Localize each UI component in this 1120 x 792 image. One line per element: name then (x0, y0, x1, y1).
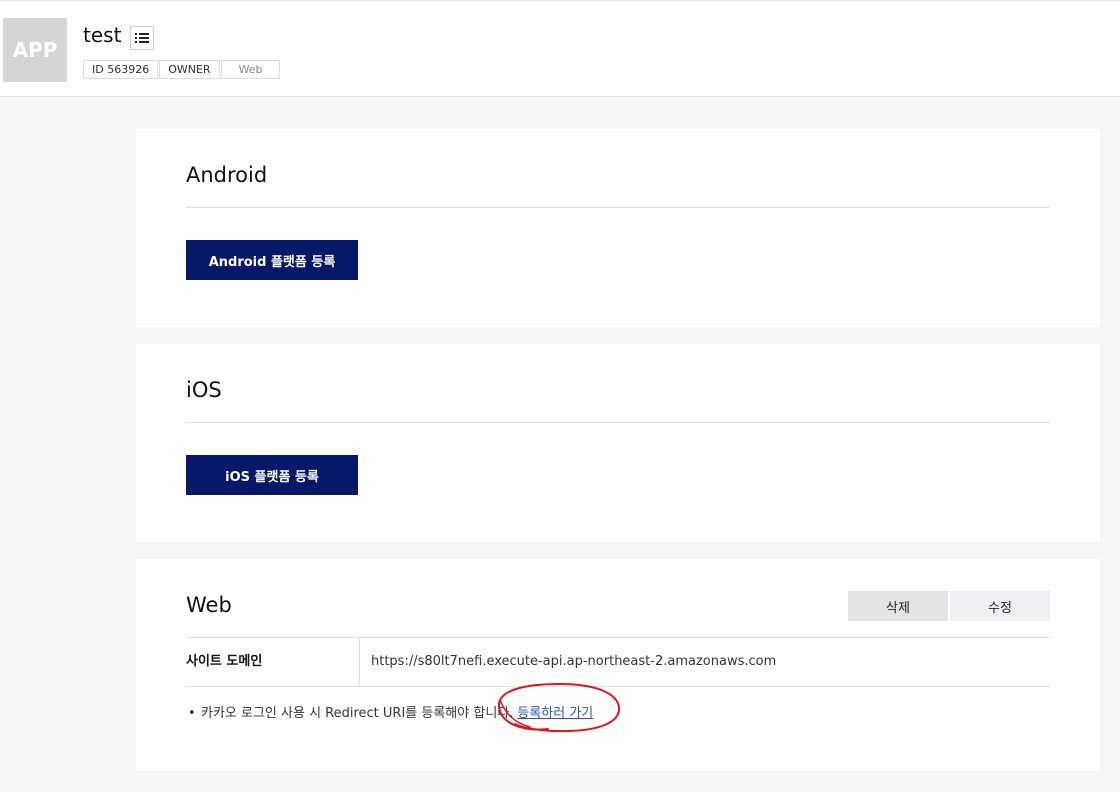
ios-section-title: iOS (186, 378, 222, 402)
site-domain-label: 사이트 도메인 (186, 638, 360, 686)
app-platform-tag: Web (220, 60, 280, 79)
site-domain-row: 사이트 도메인 https://s80lt7nefi.execute-api.a… (186, 637, 1050, 687)
web-platform-section: Web 삭제 수정 사이트 도메인 https://s80lt7nefi.exe… (136, 559, 1100, 771)
list-icon (135, 33, 149, 43)
app-role-tag: OWNER (159, 60, 220, 79)
register-redirect-link[interactable]: 등록하러 가기 (517, 706, 593, 721)
web-edit-button[interactable]: 수정 (950, 591, 1050, 621)
app-id-tag: ID 563926 (83, 60, 159, 79)
ios-platform-section: iOS iOS 플랫폼 등록 (136, 344, 1100, 542)
redirect-uri-notice: • 카카오 로그인 사용 시 Redirect URI를 등록해야 합니다. 등록하… (188, 702, 593, 721)
ios-section-divider (186, 422, 1050, 423)
app-menu-button[interactable] (130, 26, 154, 50)
android-platform-section: Android Android 플랫폼 등록 (136, 129, 1100, 327)
android-section-divider (186, 207, 1050, 208)
ios-register-button[interactable]: iOS 플랫폼 등록 (186, 455, 358, 495)
android-register-button[interactable]: Android 플랫폼 등록 (186, 240, 358, 280)
android-section-title: Android (186, 163, 268, 187)
notice-text: 카카오 로그인 사용 시 Redirect URI를 등록해야 합니다. (201, 706, 514, 721)
app-logo: APP (3, 18, 67, 82)
site-domain-value: https://s80lt7nefi.execute-api.ap-northe… (371, 654, 777, 669)
web-actions: 삭제 수정 (848, 591, 1050, 621)
bullet-icon: • (188, 706, 196, 721)
web-section-title: Web (186, 593, 232, 617)
app-name: test (83, 23, 122, 47)
app-header: APP test ID 563926 OWNER Web (0, 0, 1120, 97)
web-delete-button[interactable]: 삭제 (848, 591, 948, 621)
app-tags: ID 563926 OWNER Web (83, 60, 281, 79)
